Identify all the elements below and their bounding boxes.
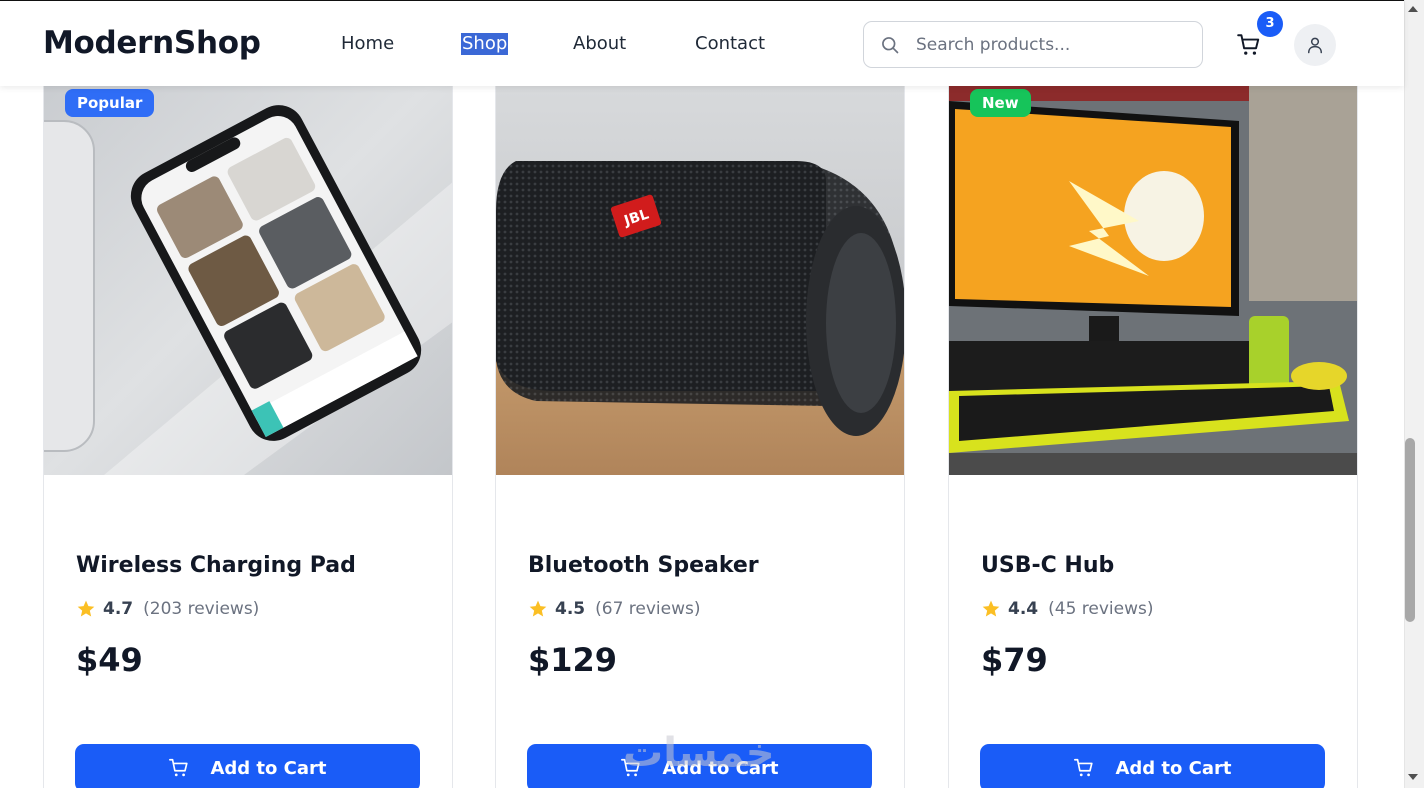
add-to-cart-button[interactable]: Add to Cart: [980, 744, 1325, 788]
search-input[interactable]: [916, 32, 1186, 58]
nav-contact[interactable]: Contact: [695, 33, 765, 55]
product-price: $49: [76, 641, 143, 679]
product-card: New USB-C Hub 4.4 (45 reviews) $79 Add t…: [948, 60, 1358, 788]
account-button[interactable]: [1294, 24, 1336, 66]
product-title[interactable]: Bluetooth Speaker: [528, 553, 759, 578]
shop-page: ModernShop Home Shop About Contact 3: [0, 0, 1424, 788]
add-to-cart-label: Add to Cart: [210, 757, 327, 779]
cart-icon[interactable]: [1236, 32, 1262, 58]
nav-shop[interactable]: Shop: [461, 33, 509, 55]
product-rating: 4.7 (203 reviews): [76, 598, 259, 620]
product-price: $79: [981, 641, 1048, 679]
rating-value: 4.7: [103, 599, 134, 619]
site-header: ModernShop Home Shop About Contact 3: [0, 0, 1404, 86]
product-card: JBL Bluetooth Speaker 4.5 (67 reviews) $…: [495, 60, 905, 788]
product-card: Popular Wireless Charging Pad 4.7 (203 r…: [43, 60, 453, 788]
product-image[interactable]: JBL: [496, 61, 904, 475]
star-icon: [982, 600, 1000, 617]
product-image[interactable]: New: [949, 61, 1357, 475]
new-badge: New: [970, 89, 1031, 117]
rating-value: 4.5: [555, 599, 586, 619]
scroll-down-arrow-icon[interactable]: [1408, 774, 1418, 780]
product-title[interactable]: USB-C Hub: [981, 553, 1114, 578]
search-icon: [882, 37, 899, 54]
page-scrollbar[interactable]: [1404, 0, 1424, 788]
star-icon: [77, 600, 95, 617]
rating-value: 4.4: [1008, 599, 1039, 619]
scrollbar-thumb[interactable]: [1405, 438, 1415, 622]
cart-icon: [1074, 758, 1094, 777]
nav-home[interactable]: Home: [341, 33, 394, 55]
speaker-photo: JBL: [496, 61, 904, 475]
product-rating: 4.4 (45 reviews): [981, 598, 1154, 620]
add-to-cart-label: Add to Cart: [1115, 757, 1232, 779]
popular-badge: Popular: [65, 89, 155, 117]
watermark: خمسات: [623, 730, 775, 776]
cart-count-badge: 3: [1257, 11, 1283, 37]
site-logo[interactable]: ModernShop: [43, 25, 261, 61]
product-title[interactable]: Wireless Charging Pad: [76, 553, 356, 578]
scroll-up-arrow-icon[interactable]: [1408, 6, 1418, 12]
cart-icon: [169, 758, 189, 777]
review-count: (67 reviews): [595, 599, 701, 619]
review-count: (203 reviews): [143, 599, 260, 619]
desk-setup-photo: [949, 61, 1357, 475]
user-icon: [1308, 37, 1322, 54]
add-to-cart-button[interactable]: Add to Cart: [75, 744, 420, 788]
product-price: $129: [528, 641, 618, 679]
smartphone-photo: [44, 61, 452, 475]
search-box[interactable]: [863, 21, 1203, 68]
nav-about[interactable]: About: [573, 33, 626, 55]
product-rating: 4.5 (67 reviews): [528, 598, 701, 620]
star-icon: [529, 600, 547, 617]
product-image[interactable]: Popular: [44, 61, 452, 475]
review-count: (45 reviews): [1048, 599, 1154, 619]
